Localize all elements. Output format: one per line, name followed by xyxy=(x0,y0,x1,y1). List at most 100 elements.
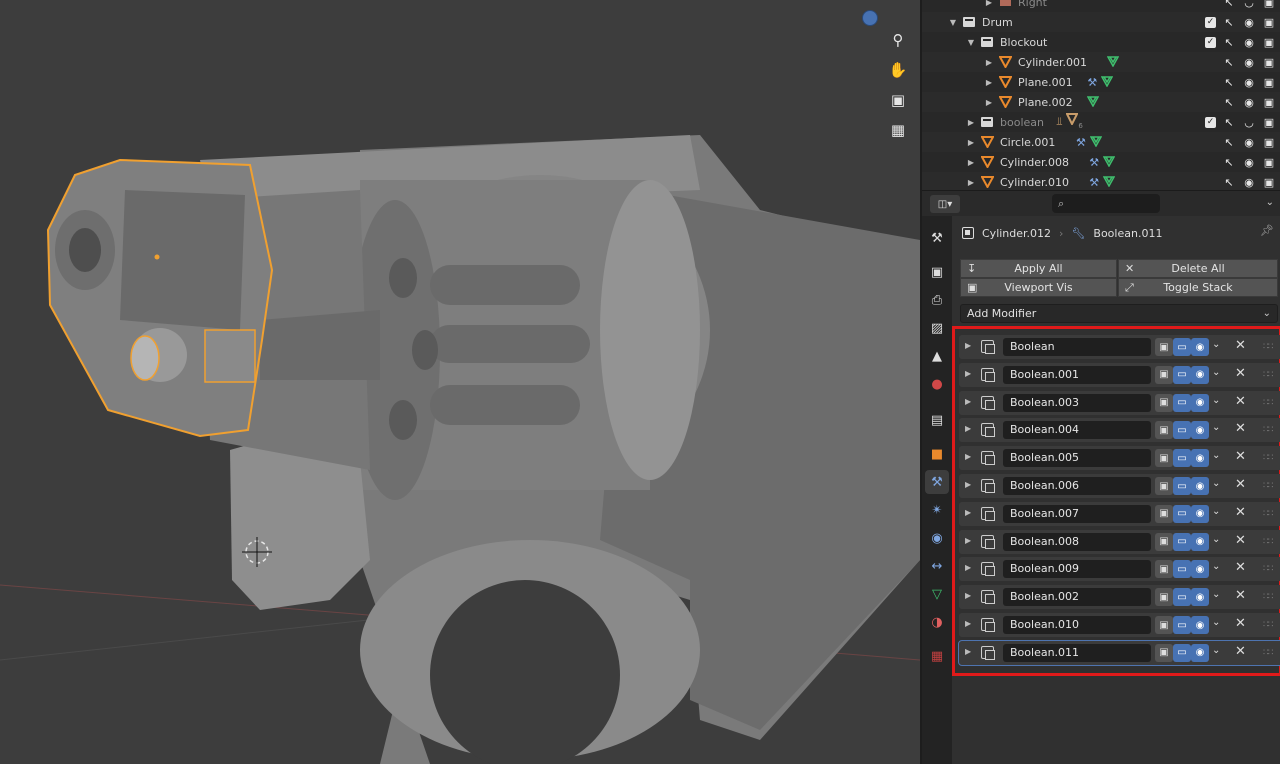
eye-icon[interactable]: ◉ xyxy=(1242,136,1256,149)
edit-mode-toggle-icon[interactable]: ▣ xyxy=(1155,616,1173,634)
camera-view-icon[interactable]: ▣ xyxy=(884,86,912,114)
axis-gizmo-icon[interactable] xyxy=(862,10,878,26)
object-icon[interactable]: ■ xyxy=(925,442,949,466)
viewport-toggle-icon[interactable]: ▭ xyxy=(1173,588,1191,607)
mesh-data-icon[interactable] xyxy=(1087,95,1100,110)
close-icon[interactable]: ✕ xyxy=(1235,644,1246,659)
viewport-toggle-icon[interactable]: ▭ xyxy=(1173,504,1191,523)
selectable-icon[interactable]: ↖ xyxy=(1222,96,1236,109)
close-icon[interactable]: ✕ xyxy=(1235,560,1246,575)
render-camera-icon[interactable]: ▣ xyxy=(1262,176,1276,189)
modifier-panel[interactable]: ▶ Boolean.008 ▣ ▭ ◉ ⌄ ✕ ∷∷ xyxy=(959,529,1280,554)
render-toggle-icon[interactable]: ◉ xyxy=(1191,477,1209,495)
modifier-name-field[interactable]: Boolean.003 xyxy=(1003,393,1151,412)
render-camera-icon[interactable]: ▣ xyxy=(1262,116,1276,129)
tool-icon[interactable]: ⚒ xyxy=(925,226,949,250)
drag-handle-icon[interactable]: ∷∷ xyxy=(1263,370,1274,380)
render-icon[interactable]: ▣ xyxy=(925,260,949,284)
expand-right-icon[interactable]: ▶ xyxy=(965,591,971,600)
drag-handle-icon[interactable]: ∷∷ xyxy=(1263,481,1274,491)
mesh-data-icon[interactable] xyxy=(1102,155,1116,170)
drag-handle-icon[interactable]: ∷∷ xyxy=(1263,453,1274,463)
chevron-down-icon[interactable]: ⌄ xyxy=(1212,395,1220,406)
edit-mode-toggle-icon[interactable]: ▣ xyxy=(1155,532,1173,551)
outliner-row[interactable]: ▼ Drum ✓ ↖ ◉ ▣ xyxy=(922,12,1280,32)
chevron-down-icon[interactable]: ⌄ xyxy=(1266,197,1274,208)
modifier-name-field[interactable]: Boolean.011 xyxy=(1003,643,1151,662)
drag-handle-icon[interactable]: ∷∷ xyxy=(1263,564,1274,574)
expand-right-icon[interactable]: ▶ xyxy=(984,98,994,107)
render-toggle-icon[interactable]: ◉ xyxy=(1191,365,1209,384)
chevron-down-icon[interactable]: ⌄ xyxy=(1212,450,1220,461)
wrench-icon[interactable]: ⚒ xyxy=(1089,156,1099,169)
eye-icon[interactable]: ◉ xyxy=(1242,16,1256,29)
render-toggle-icon[interactable]: ◉ xyxy=(1191,338,1209,356)
edit-mode-toggle-icon[interactable]: ▣ xyxy=(1155,643,1173,662)
outliner-row[interactable]: ▶ Plane.002 ↖ ◉ ▣ xyxy=(922,92,1280,112)
mesh-data-icon[interactable] xyxy=(1089,135,1103,150)
chevron-down-icon[interactable]: ⌄ xyxy=(1212,339,1220,350)
modifier-panel[interactable]: ▶ Boolean.011 ▣ ▭ ◉ ⌄ ✕ ∷∷ xyxy=(958,639,1280,666)
wrench-icon[interactable]: ⚒ xyxy=(1089,176,1099,189)
toggle-stack-button[interactable]: ⤢ Toggle Stack xyxy=(1118,278,1278,297)
editor-type-button[interactable]: ◫▾ xyxy=(930,195,960,213)
edit-mode-toggle-icon[interactable]: ▣ xyxy=(1155,338,1173,356)
close-icon[interactable]: ✕ xyxy=(1235,505,1246,520)
modifier-name-field[interactable]: Boolean.010 xyxy=(1003,616,1151,634)
edit-mode-toggle-icon[interactable]: ▣ xyxy=(1155,504,1173,523)
selectable-icon[interactable]: ↖ xyxy=(1222,176,1236,189)
view-layer-icon[interactable]: ▨ xyxy=(925,316,949,340)
modifier-name-field[interactable]: Boolean.006 xyxy=(1003,477,1151,495)
close-icon[interactable]: ✕ xyxy=(1235,421,1246,436)
close-icon[interactable]: ✕ xyxy=(1235,449,1246,464)
selectable-icon[interactable]: ↖ xyxy=(1222,156,1236,169)
render-toggle-icon[interactable]: ◉ xyxy=(1191,643,1209,662)
modifier-panel[interactable]: ▶ Boolean.003 ▣ ▭ ◉ ⌄ ✕ ∷∷ xyxy=(959,390,1280,415)
material-icon[interactable]: ◑ xyxy=(925,610,949,634)
expand-right-icon[interactable]: ▶ xyxy=(965,424,971,433)
expand-right-icon[interactable]: ▶ xyxy=(966,118,976,127)
expand-right-icon[interactable]: ▶ xyxy=(965,480,971,489)
modifier-name-field[interactable]: Boolean.007 xyxy=(1003,504,1151,523)
drag-handle-icon[interactable]: ∷∷ xyxy=(1263,620,1274,630)
scene-icon[interactable]: ▲ xyxy=(925,344,949,368)
viewport-toggle-icon[interactable]: ▭ xyxy=(1173,643,1191,662)
edit-mode-toggle-icon[interactable]: ▣ xyxy=(1155,449,1173,468)
render-camera-icon[interactable]: ▣ xyxy=(1262,0,1276,9)
render-camera-icon[interactable]: ▣ xyxy=(1262,16,1276,29)
mesh-data-icon[interactable] xyxy=(1102,175,1116,190)
render-camera-icon[interactable]: ▣ xyxy=(1262,136,1276,149)
edit-mode-toggle-icon[interactable]: ▣ xyxy=(1155,421,1173,440)
add-modifier-dropdown[interactable]: Add Modifier ⌄ xyxy=(960,304,1278,323)
expand-right-icon[interactable]: ▶ xyxy=(984,78,994,87)
modifier-panel[interactable]: ▶ Boolean.007 ▣ ▭ ◉ ⌄ ✕ ∷∷ xyxy=(959,501,1280,526)
selectable-icon[interactable]: ↖ xyxy=(1222,116,1236,129)
chevron-down-icon[interactable]: ⌄ xyxy=(1212,561,1220,572)
exclude-checkbox[interactable]: ✓ xyxy=(1205,116,1216,128)
render-camera-icon[interactable]: ▣ xyxy=(1262,96,1276,109)
texture-icon[interactable]: ▦ xyxy=(925,644,949,668)
viewport-vis-button[interactable]: ▣ Viewport Vis xyxy=(960,278,1117,297)
render-toggle-icon[interactable]: ◉ xyxy=(1191,449,1209,468)
viewport-toggle-icon[interactable]: ▭ xyxy=(1173,449,1191,468)
particles-icon[interactable]: ✴ xyxy=(925,498,949,522)
chevron-down-icon[interactable]: ⌄ xyxy=(1212,534,1220,545)
close-icon[interactable]: ✕ xyxy=(1235,338,1246,353)
eye-icon[interactable]: ◉ xyxy=(1242,76,1256,89)
expand-right-icon[interactable]: ▶ xyxy=(984,58,994,67)
close-icon[interactable]: ✕ xyxy=(1235,366,1246,381)
close-icon[interactable]: ✕ xyxy=(1235,533,1246,548)
selectable-icon[interactable]: ↖ xyxy=(1222,56,1236,69)
render-camera-icon[interactable]: ▣ xyxy=(1262,156,1276,169)
modifier-panel[interactable]: ▶ Boolean.005 ▣ ▭ ◉ ⌄ ✕ ∷∷ xyxy=(959,446,1280,471)
close-icon[interactable]: ✕ xyxy=(1235,588,1246,603)
drag-handle-icon[interactable]: ∷∷ xyxy=(1263,425,1274,435)
chevron-down-icon[interactable]: ⌄ xyxy=(1212,645,1220,656)
render-toggle-icon[interactable]: ◉ xyxy=(1191,393,1209,412)
chevron-down-icon[interactable]: ⌄ xyxy=(1212,422,1220,433)
modifier-name-field[interactable]: Boolean.002 xyxy=(1003,588,1151,607)
drag-handle-icon[interactable]: ∷∷ xyxy=(1263,398,1274,408)
close-icon[interactable]: ✕ xyxy=(1235,394,1246,409)
selectable-icon[interactable]: ↖ xyxy=(1222,16,1236,29)
3d-viewport[interactable]: ⚲ ✋ ▣ ▦ xyxy=(0,0,920,764)
